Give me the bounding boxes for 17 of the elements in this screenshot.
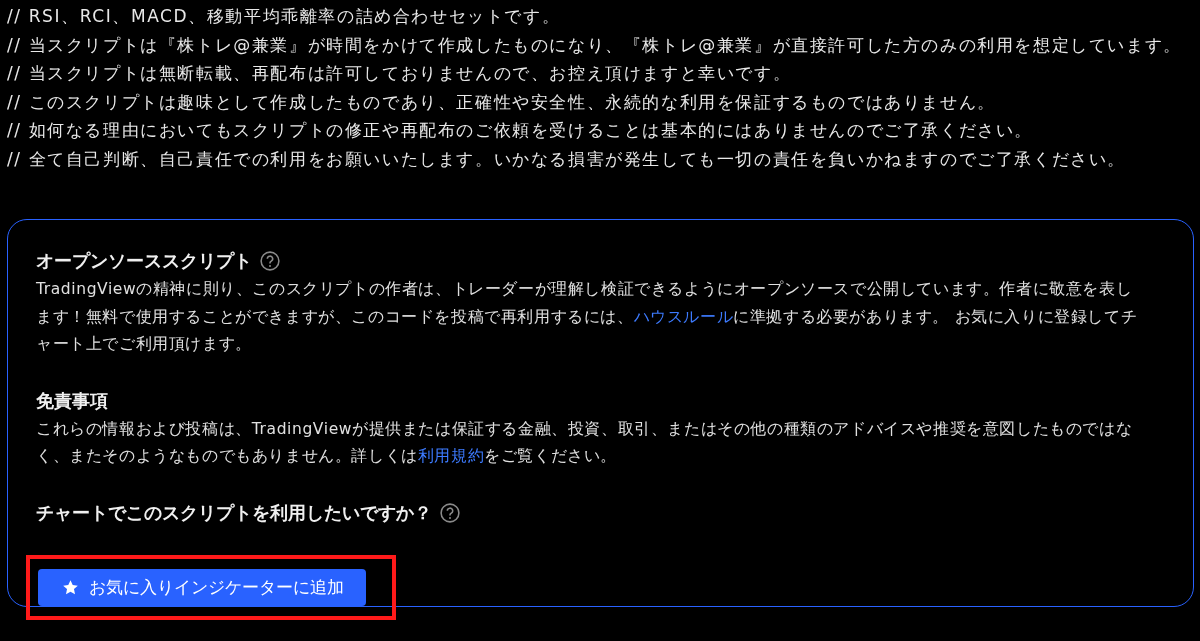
section-heading: チャートでこのスクリプトを利用したいですか？ bbox=[36, 501, 432, 525]
add-favorite-button[interactable]: お気に入りインジケーターに追加 bbox=[38, 568, 366, 606]
help-icon[interactable] bbox=[260, 251, 280, 271]
section-heading: オープンソーススクリプト bbox=[36, 250, 252, 273]
section-heading: 免責事項 bbox=[36, 389, 108, 413]
section-text: これらの情報および投稿は、TradingViewが提供または保証する金融、投資、取引、またはその他の種類のアドバイスや推奨を意図したものではなく、またそのようなものでもありません。詳しくは利用規約をご覧ください。 bbox=[36, 418, 1134, 467]
code-comment: // 如何なる理由においてもスクリプトの修正や再配布のご依頼を受けることは基本的にはありませんのでご了承ください。 bbox=[7, 119, 1035, 142]
help-icon[interactable] bbox=[440, 502, 460, 523]
star-icon bbox=[62, 578, 79, 596]
code-comment: // 当スクリプトは『株トレ@兼業』が時間をかけて作成したものになり、『株トレ@兼業』が直接許可した方のみの利用を想定しています。 bbox=[7, 33, 1183, 57]
code-comment: // 全て自己判断、自己責任での利用をお願いいたします。いかなる損害が発生しても一切の責任を負いかねますのでご了承ください。 bbox=[7, 147, 1128, 171]
section-text: TradingViewの精神に則り、このスクリプトの作者は、トレーダーが理解し検証できるようにオープンソースで公開しています。作者に敬意を表します！無料で使用することができますが、このコードを投稿で再利用するには、ハウスルールに準拠する必要があります。 お気に入りに登録してチャート上でご利用頂けます。 bbox=[36, 279, 1139, 355]
code-comment: // このスクリプトは趣味として作成したものであり、正確性や安全性、永続的な利用を保証するものではありません。 bbox=[7, 90, 997, 114]
code-comment: // 当スクリプトは無断転載、再配布は許可しておりませんので、お控え頂けますと幸いです。 bbox=[7, 62, 793, 85]
code-comment: // RSI、RCI、MACD、移動平均乖離率の詰め合わせセットです。 bbox=[7, 5, 562, 28]
text-link[interactable]: 利用規約 bbox=[417, 447, 485, 465]
text-link[interactable]: ハウスルール bbox=[633, 307, 734, 326]
